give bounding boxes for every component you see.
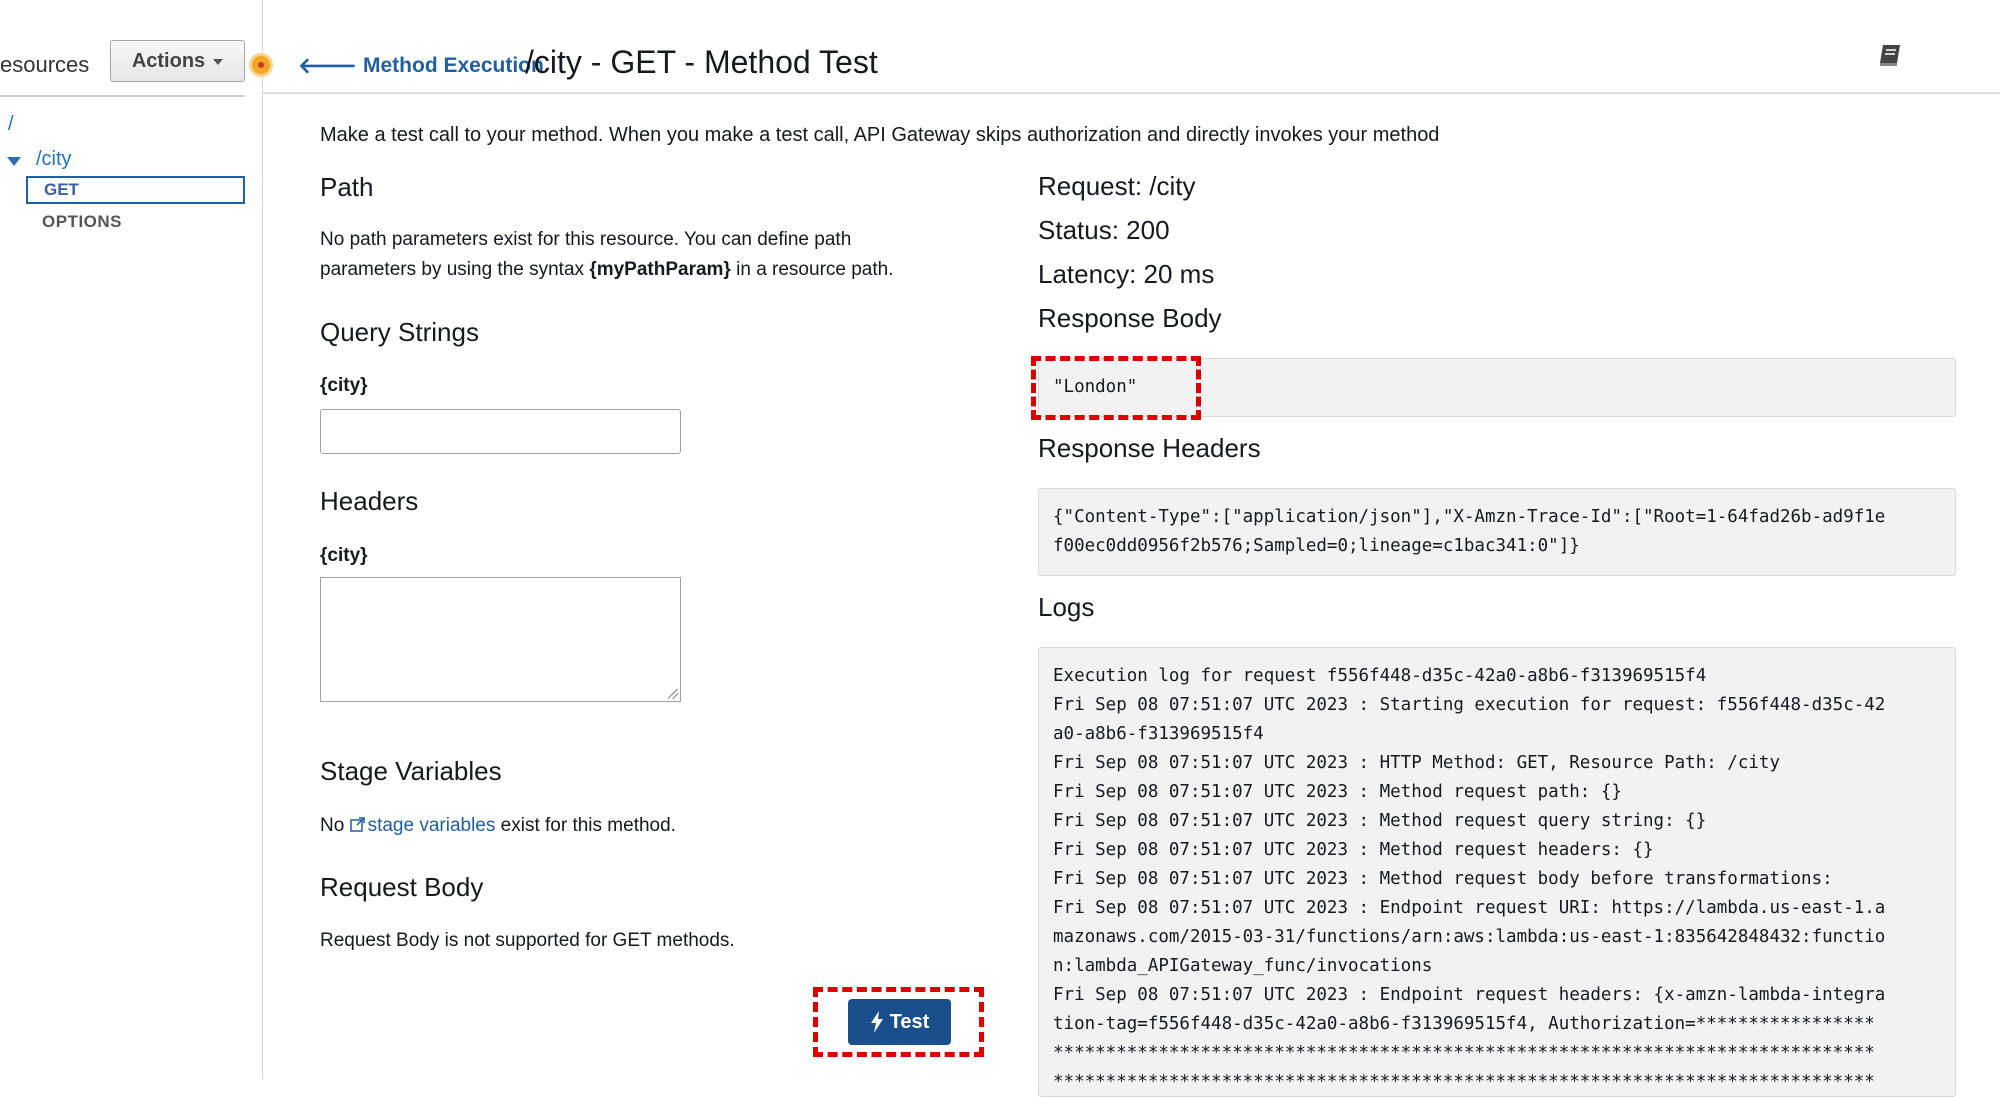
query-strings-heading: Query Strings <box>320 317 479 347</box>
external-link-icon <box>349 817 365 832</box>
book-icon[interactable] <box>1876 40 1906 70</box>
tree-item-get[interactable]: GET <box>26 176 245 204</box>
resources-title: esources <box>0 52 90 77</box>
path-text-3: in a resource path. <box>730 259 894 280</box>
stage-variables-text: No stage variables exist for this method… <box>320 811 676 841</box>
status-code: Status: 200 <box>1038 215 1170 245</box>
path-text-1: No path parameters exist for this resour… <box>320 229 852 250</box>
headers-heading: Headers <box>320 486 419 516</box>
query-param-label: {city} <box>320 375 368 396</box>
request-body-text: Request Body is not supported for GET me… <box>320 930 735 951</box>
request-path: Request: /city <box>1038 171 1196 201</box>
latency: Latency: 20 ms <box>1038 259 1215 289</box>
status-dot-icon <box>252 56 270 74</box>
test-button-label: Test <box>889 1010 930 1033</box>
logs-output: Execution log for request f556f448-d35c-… <box>1038 647 1956 1097</box>
tree-item-options[interactable]: OPTIONS <box>42 212 122 232</box>
resources-panel: esources Actions / /city GET OPTIONS <box>0 0 263 1079</box>
path-syntax: {myPathParam} <box>589 259 731 280</box>
logs-heading: Logs <box>1038 592 1095 622</box>
chevron-down-icon <box>213 59 224 65</box>
path-text-2: parameters by using the syntax <box>320 259 590 280</box>
page-title: /city - GET - Method Test <box>525 44 878 80</box>
response-body-heading: Response Body <box>1038 303 1222 333</box>
query-city-input[interactable] <box>320 409 681 454</box>
headers-textarea[interactable] <box>320 577 681 702</box>
stage-variables-suffix: exist for this method. <box>495 815 676 836</box>
method-execution-label: Method Execution <box>363 54 544 77</box>
stage-variables-link[interactable]: stage variables <box>368 815 496 836</box>
stage-variables-heading: Stage Variables <box>320 756 502 786</box>
actions-button-label: Actions <box>131 49 206 72</box>
intro-text: Make a test call to your method. When yo… <box>320 124 1440 146</box>
panel-divider <box>0 95 245 97</box>
tree-item-city[interactable]: /city <box>36 148 72 171</box>
stage-variables-prefix: No <box>320 815 350 836</box>
actions-button[interactable]: Actions <box>110 40 245 82</box>
arrow-left-icon: 🡐 <box>298 53 357 78</box>
method-execution-link[interactable]: 🡐 Method Execution <box>298 53 544 79</box>
resize-handle-icon[interactable] <box>668 689 678 699</box>
response-headers: {"Content-Type":["application/json"],"X-… <box>1038 488 1956 576</box>
test-button[interactable]: Test <box>848 999 951 1045</box>
request-body-heading: Request Body <box>320 872 484 902</box>
response-body-highlight <box>1031 356 1201 420</box>
header-param-label: {city} <box>320 545 368 566</box>
response-headers-heading: Response Headers <box>1038 433 1261 463</box>
path-heading: Path <box>320 172 374 202</box>
tree-item-root[interactable]: / <box>8 113 14 136</box>
lightning-bolt-icon <box>870 1011 883 1033</box>
path-description: No path parameters exist for this resour… <box>320 225 960 285</box>
header-divider <box>262 92 2000 94</box>
expand-caret-icon[interactable] <box>7 157 21 166</box>
